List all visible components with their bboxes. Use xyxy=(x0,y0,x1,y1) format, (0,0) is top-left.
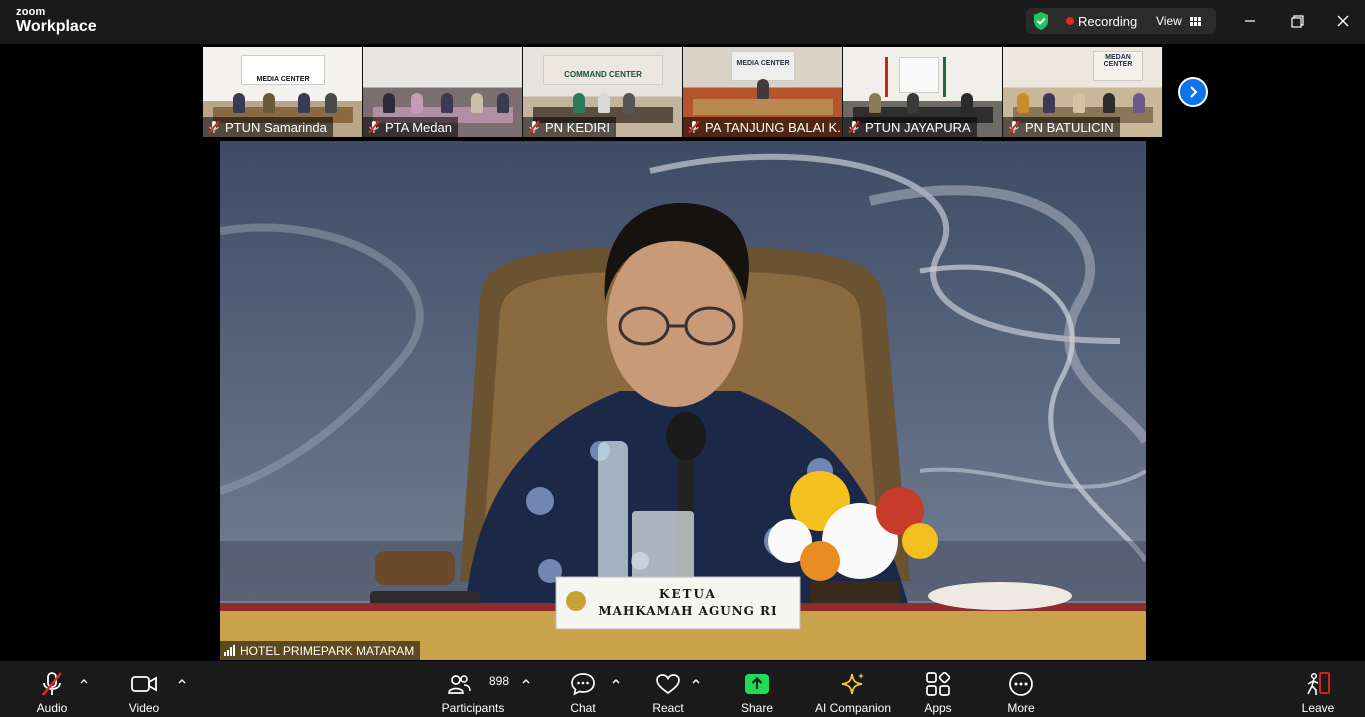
participant-tile[interactable]: PTUN JAYAPURA xyxy=(843,47,1003,137)
chat-label: Chat xyxy=(570,701,596,715)
speaker-video-frame: KETUA MAHKAMAH AGUNG RI xyxy=(220,141,1146,660)
share-button[interactable]: Share xyxy=(739,661,775,717)
minimize-icon xyxy=(1245,20,1255,22)
leave-label: Leave xyxy=(1301,701,1335,715)
close-button[interactable] xyxy=(1331,10,1355,32)
location-name: HOTEL PRIMEPARK MATARAM xyxy=(240,643,415,658)
tile-name: PN KEDIRI xyxy=(545,119,611,135)
tile-name: PTUN JAYAPURA xyxy=(865,119,971,135)
view-button[interactable]: View xyxy=(1150,11,1210,31)
mic-muted-icon xyxy=(688,120,700,134)
minimize-button[interactable] xyxy=(1238,10,1262,32)
brand-small: zoom xyxy=(16,6,46,18)
participants-button[interactable]: Participants xyxy=(440,661,506,717)
apps-label: Apps xyxy=(924,701,952,715)
participants-options-caret-icon[interactable] xyxy=(520,675,532,687)
tile-banner: MEDIA CENTER xyxy=(731,51,795,81)
recording-label[interactable]: Recording xyxy=(1078,14,1137,29)
main-video[interactable]: KETUA MAHKAMAH AGUNG RI xyxy=(220,141,1146,660)
participants-label: Participants xyxy=(441,701,505,715)
title-bar: zoom Workplace Recording View xyxy=(0,0,1365,44)
apps-icon xyxy=(926,671,951,696)
video-location-label: HOTEL PRIMEPARK MATARAM xyxy=(220,641,421,660)
tile-banner: COMMAND CENTER xyxy=(543,55,663,85)
tile-name: PTUN Samarinda xyxy=(225,119,327,135)
participants-icon xyxy=(448,675,471,694)
mic-muted-icon xyxy=(208,120,220,134)
more-dots-icon xyxy=(1009,672,1033,696)
tile-name: PN BATULICIN xyxy=(1025,119,1114,135)
react-label: React xyxy=(652,701,684,715)
react-button[interactable]: React xyxy=(650,661,686,717)
heart-icon xyxy=(656,674,680,695)
react-options-caret-icon[interactable] xyxy=(690,675,702,687)
participant-tile[interactable]: PTA Medan xyxy=(363,47,523,137)
meeting-toolbar: Audio Video Participants 898 Chat React … xyxy=(0,661,1365,717)
tile-label: PN BATULICIN xyxy=(1003,117,1120,137)
share-label: Share xyxy=(740,701,774,715)
tile-label: PTA Medan xyxy=(363,117,458,137)
tile-banner: MEDIA CENTER xyxy=(241,55,325,85)
more-label: More xyxy=(1007,701,1035,715)
mic-muted-icon xyxy=(1008,120,1020,134)
nameplate-line2: MAHKAMAH AGUNG RI xyxy=(598,604,777,618)
participant-tile[interactable]: MEDIA CENTER PA TANJUNG BALAI K... xyxy=(683,47,843,137)
restore-button[interactable] xyxy=(1285,10,1309,32)
grid-view-icon xyxy=(1189,16,1201,26)
next-page-button[interactable] xyxy=(1178,77,1208,107)
tile-name: PA TANJUNG BALAI K... xyxy=(705,119,843,135)
audio-button[interactable]: Audio xyxy=(34,661,70,717)
video-button[interactable]: Video xyxy=(126,661,162,717)
more-button[interactable]: More xyxy=(1003,661,1039,717)
app-logo: zoom Workplace xyxy=(16,7,97,35)
tile-label: PTUN Samarinda xyxy=(203,117,333,137)
shield-check-icon[interactable] xyxy=(1032,11,1050,31)
participants-count: 898 xyxy=(489,674,510,688)
chat-icon xyxy=(571,673,595,696)
mic-muted-icon xyxy=(42,672,62,696)
video-camera-icon xyxy=(131,676,157,692)
video-options-caret-icon[interactable] xyxy=(176,675,188,687)
mic-muted-icon xyxy=(368,120,380,134)
mic-muted-icon xyxy=(848,120,860,134)
chat-button[interactable]: Chat xyxy=(565,661,601,717)
mic-muted-icon xyxy=(528,120,540,134)
close-icon xyxy=(1337,15,1349,27)
restore-icon xyxy=(1290,14,1304,28)
leave-button[interactable]: Leave xyxy=(1300,661,1336,717)
signal-icon xyxy=(224,645,235,656)
share-screen-icon xyxy=(745,674,769,694)
chat-options-caret-icon[interactable] xyxy=(610,675,622,687)
participants-strip: MEDIA CENTER PTUN Samarinda PTA Medan CO… xyxy=(203,47,1163,137)
participant-tile[interactable]: COMMAND CENTER PN KEDIRI xyxy=(523,47,683,137)
participant-tile[interactable]: MEDAN CENTER PN BATULICIN xyxy=(1003,47,1163,137)
view-label: View xyxy=(1156,14,1182,28)
tile-label: PTUN JAYAPURA xyxy=(843,117,977,137)
tile-banner: MEDAN CENTER xyxy=(1093,51,1143,81)
tile-label: PN KEDIRI xyxy=(523,117,617,137)
tile-banner xyxy=(899,57,939,93)
ai-companion-label: AI Companion xyxy=(814,701,892,715)
participant-tile[interactable]: MEDIA CENTER PTUN Samarinda xyxy=(203,47,363,137)
apps-button[interactable]: Apps xyxy=(920,661,956,717)
video-label: Video xyxy=(128,701,160,715)
sparkle-icon xyxy=(841,673,864,695)
recording-dot-icon xyxy=(1066,17,1074,25)
audio-options-caret-icon[interactable] xyxy=(78,675,90,687)
ai-companion-button[interactable]: AI Companion xyxy=(812,661,894,717)
brand-big: Workplace xyxy=(16,18,97,35)
audio-label: Audio xyxy=(36,701,68,715)
leave-door-icon xyxy=(1307,672,1330,695)
tile-label: PA TANJUNG BALAI K... xyxy=(683,117,843,137)
nameplate-line1: KETUA xyxy=(659,587,717,601)
tile-name: PTA Medan xyxy=(385,119,452,135)
chevron-right-icon xyxy=(1190,86,1198,98)
